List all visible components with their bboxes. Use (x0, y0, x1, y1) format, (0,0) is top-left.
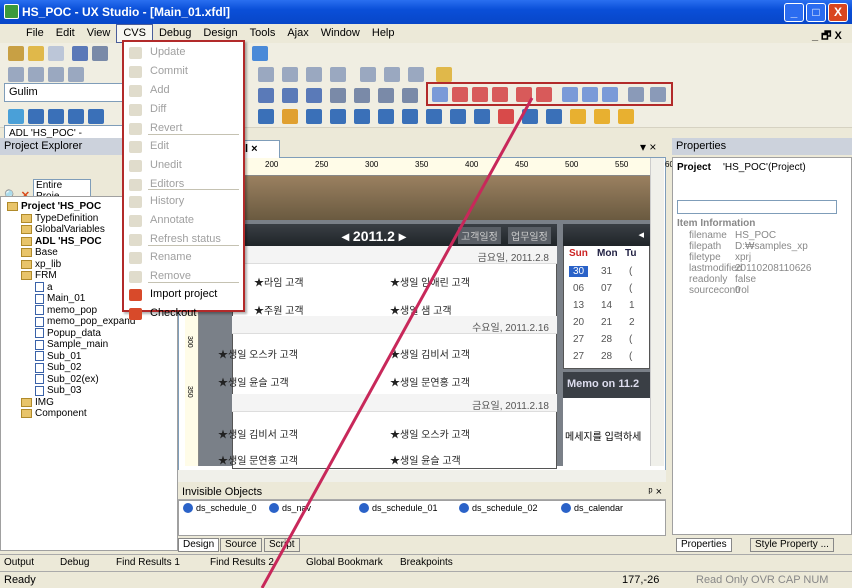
annotation-arrow (260, 97, 534, 588)
arrow-line (260, 97, 534, 588)
